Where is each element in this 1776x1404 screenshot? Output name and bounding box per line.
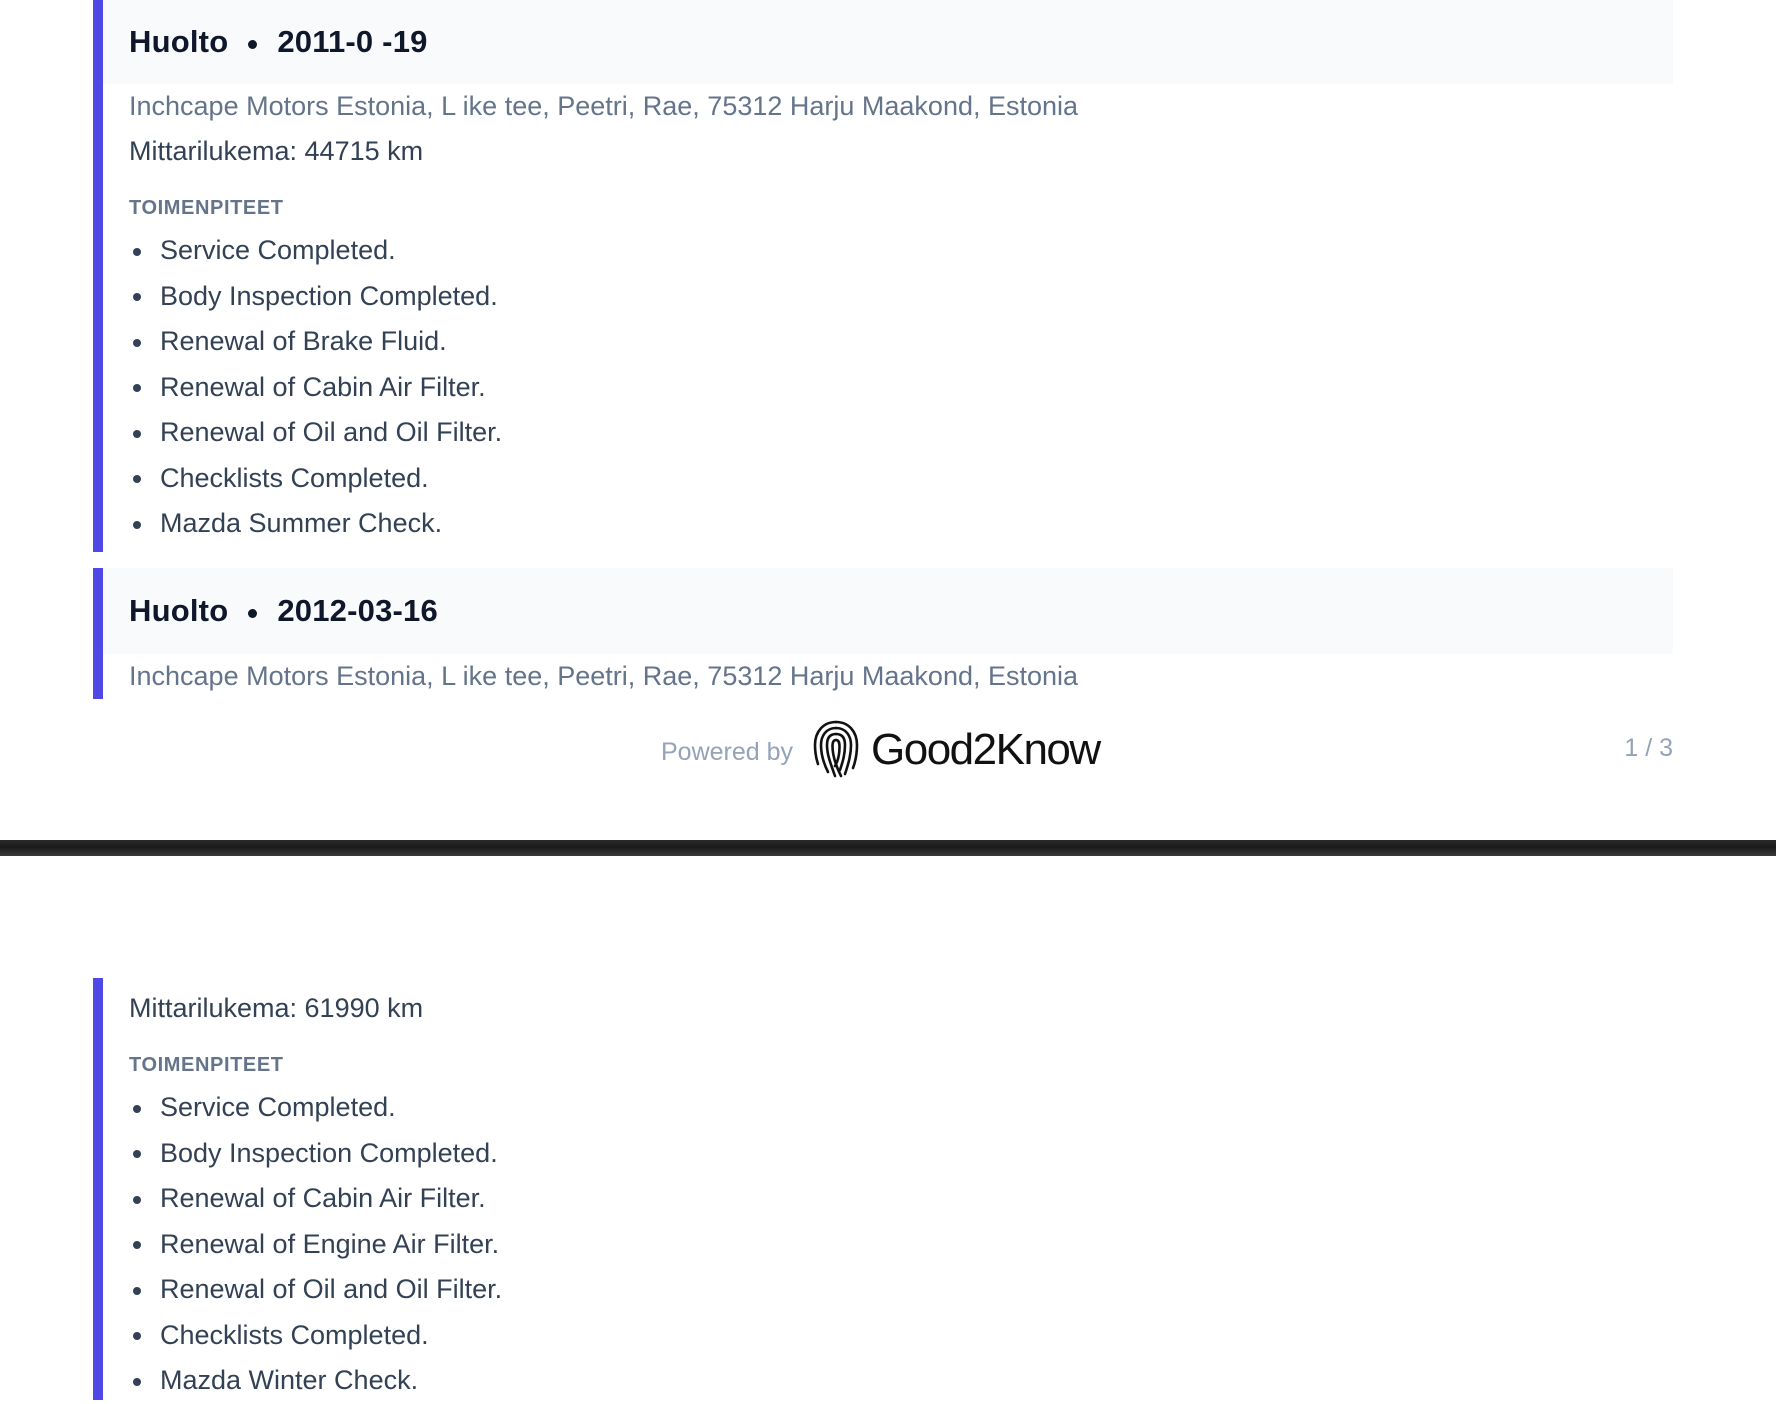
bullet-icon — [133, 1377, 141, 1386]
list-item: Renewal of Brake Fluid. — [129, 319, 1673, 365]
actions-section-label: TOIMENPITEET — [129, 197, 284, 219]
list-item: Body Inspection Completed. — [129, 1131, 1673, 1177]
odometer-reading: Mittarilukema: 44715 km — [129, 136, 424, 166]
actions-list: Service Completed. Body Inspection Compl… — [129, 228, 1673, 547]
bullet-icon — [133, 520, 141, 529]
list-item: Service Completed. — [129, 228, 1673, 274]
service-type: Huolto — [129, 24, 229, 59]
list-item: Renewal of Oil and Oil Filter. — [129, 410, 1673, 456]
service-record: Huolto 2011-0 -19 Inchcape Motors Estoni… — [93, 0, 1673, 552]
bullet-icon — [133, 1104, 141, 1113]
list-item: Checklists Completed. — [129, 456, 1673, 502]
service-record-body: Mittarilukema: 61990 km TOIMENPITEET Ser… — [103, 986, 1673, 1404]
service-record-header: Huolto 2012-03-16 — [103, 568, 1673, 654]
page-number: 1 / 3 — [1624, 734, 1673, 762]
odometer-reading: Mittarilukema: 61990 km — [129, 993, 424, 1023]
actions-list: Service Completed. Body Inspection Compl… — [129, 1085, 1673, 1404]
service-date: 2011-0 -19 — [277, 24, 428, 59]
service-type: Huolto — [129, 593, 229, 628]
bullet-icon — [133, 338, 141, 347]
list-item: Renewal of Engine Air Filter. — [129, 1222, 1673, 1268]
list-item: Renewal of Oil and Oil Filter. — [129, 1267, 1673, 1313]
service-record-body: Inchcape Motors Estonia, L ike tee, Peet… — [103, 654, 1673, 699]
bullet-icon — [133, 384, 141, 393]
document-page-2: Mittarilukema: 61990 km TOIMENPITEET Ser… — [0, 856, 1776, 1400]
service-record-body: Inchcape Motors Estonia, L ike tee, Peet… — [103, 84, 1673, 547]
bullet-icon — [133, 293, 141, 302]
page-footer: Powered by Good2Know 1 / 3 — [0, 718, 1776, 788]
list-item: Renewal of Cabin Air Filter. — [129, 365, 1673, 411]
bullet-icon — [133, 1195, 141, 1204]
actions-section-label: TOIMENPITEET — [129, 1054, 284, 1076]
service-record: Huolto 2012-03-16 Inchcape Motors Estoni… — [93, 568, 1673, 699]
list-item: Checklists Completed. — [129, 1313, 1673, 1359]
bullet-icon — [133, 1150, 141, 1159]
powered-by-label: Powered by — [661, 738, 794, 766]
list-item: Mazda Summer Check. — [129, 501, 1673, 547]
workshop-address: Inchcape Motors Estonia, L ike tee, Peet… — [129, 661, 1079, 691]
brand-logo-text: Good2Know — [871, 725, 1101, 774]
page-divider — [0, 840, 1776, 856]
document-page-1: Huolto 2011-0 -19 Inchcape Motors Estoni… — [0, 0, 1776, 840]
bullet-icon — [133, 247, 141, 256]
service-date: 2012-03-16 — [277, 593, 438, 628]
bullet-icon — [133, 1286, 141, 1295]
fingerprint-icon — [813, 720, 859, 778]
list-item: Service Completed. — [129, 1085, 1673, 1131]
bullet-icon — [133, 429, 141, 438]
bullet-icon — [133, 1241, 141, 1250]
service-record-continued: Mittarilukema: 61990 km TOIMENPITEET Ser… — [93, 978, 1673, 1400]
list-item: Renewal of Cabin Air Filter. — [129, 1176, 1673, 1222]
separator-dot-icon — [248, 39, 258, 49]
bullet-icon — [133, 475, 141, 484]
workshop-address: Inchcape Motors Estonia, L ike tee, Peet… — [129, 91, 1079, 121]
list-item: Mazda Winter Check. — [129, 1358, 1673, 1404]
list-item: Body Inspection Completed. — [129, 274, 1673, 320]
service-record-header: Huolto 2011-0 -19 — [103, 0, 1673, 84]
separator-dot-icon — [248, 608, 258, 618]
bullet-icon — [133, 1332, 141, 1341]
